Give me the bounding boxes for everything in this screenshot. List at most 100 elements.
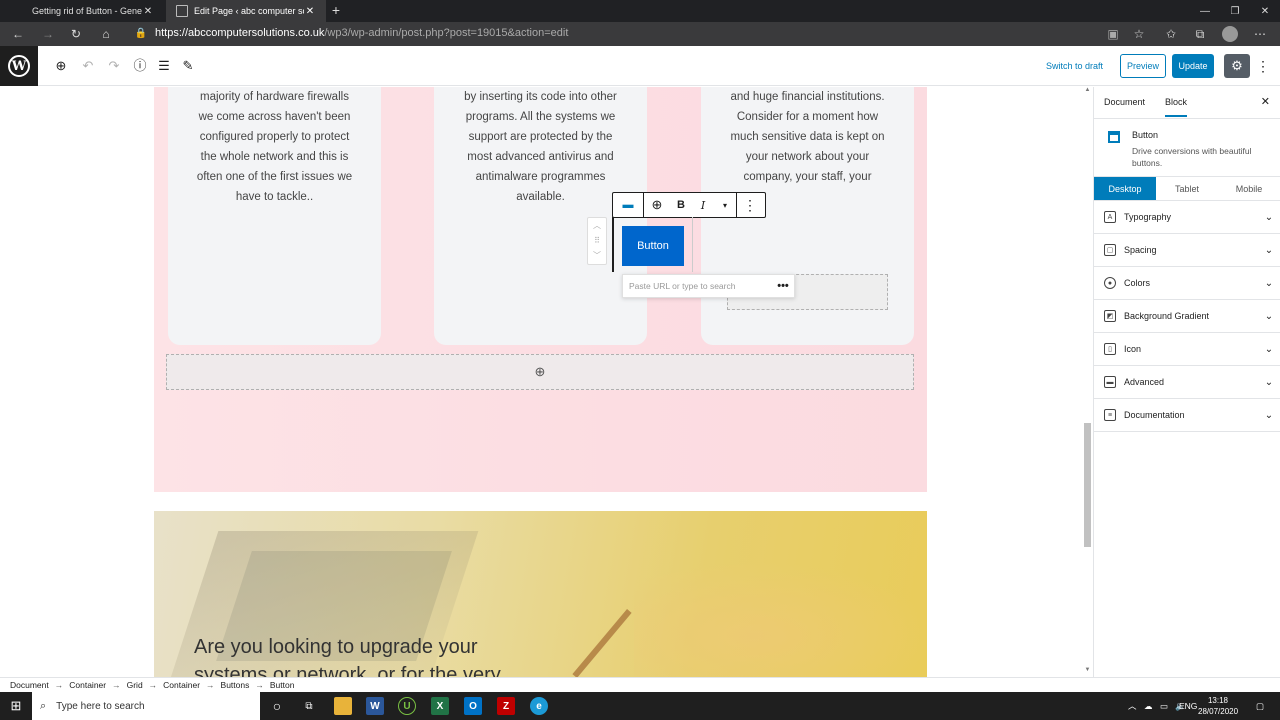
url-input[interactable]: Paste URL or type to search	[629, 281, 772, 291]
lock-icon[interactable]: 🔒	[133, 26, 149, 42]
browser-tab-active[interactable]: Edit Page ‹ abc computer solutio ✕	[166, 0, 326, 22]
tab-mobile[interactable]: Mobile	[1218, 177, 1280, 200]
edge-icon[interactable]: e	[530, 697, 548, 715]
add-block-icon[interactable]: ⊕	[51, 56, 71, 76]
link-settings-icon[interactable]: •••	[772, 280, 794, 292]
cortana-icon[interactable]: ○	[268, 697, 286, 715]
favorites-icon[interactable]: ✩	[1163, 26, 1179, 42]
restore-icon[interactable]: ❐	[1220, 0, 1250, 22]
card-text[interactable]: and huge financial institutions. Conside…	[701, 87, 914, 187]
add-block-icon[interactable]: ⊕	[535, 364, 546, 380]
forward-icon[interactable]: →	[40, 26, 56, 42]
panel-advanced[interactable]: ▬ Advanced ⌄	[1094, 366, 1280, 399]
selection-outline	[612, 217, 614, 272]
new-tab-icon[interactable]: +	[328, 2, 344, 18]
canvas-scrollbar[interactable]: ▲ ▼	[1083, 87, 1092, 677]
scroll-down-icon[interactable]: ▼	[1083, 667, 1092, 673]
breadcrumb-item[interactable]: Buttons	[221, 680, 250, 690]
text-line: programs. All the systems we	[465, 111, 616, 123]
taskbar-search[interactable]: ⌕ Type here to search	[32, 692, 260, 720]
undo-icon[interactable]: ↶	[78, 56, 98, 76]
panel-documentation[interactable]: ≡ Documentation ⌄	[1094, 399, 1280, 432]
language-indicator[interactable]: ENG	[1179, 692, 1197, 720]
breadcrumb-item[interactable]: Container	[163, 680, 200, 690]
hero-heading[interactable]: Are you looking to upgrade your systems …	[194, 633, 501, 677]
panel-colors[interactable]: ● Colors ⌄	[1094, 267, 1280, 300]
task-view-icon[interactable]: ⧉	[300, 697, 318, 715]
tab-desktop[interactable]: Desktop	[1094, 177, 1156, 200]
drag-handle-icon[interactable]: ⠿	[588, 233, 606, 248]
block-appender[interactable]: ⊕	[166, 354, 914, 390]
breadcrumb-item[interactable]: Container	[69, 680, 106, 690]
reader-icon[interactable]: ▣	[1105, 26, 1121, 42]
browser-menu-icon[interactable]: ⋯	[1252, 26, 1268, 42]
url-field[interactable]: https://abccomputersolutions.co.uk/wp3/w…	[155, 27, 568, 39]
panel-icon[interactable]: ▯ Icon ⌄	[1094, 333, 1280, 366]
chevron-down-icon: ⌄	[1264, 409, 1274, 421]
back-icon[interactable]: ←	[10, 26, 26, 42]
minimize-icon[interactable]: —	[1190, 0, 1220, 22]
favorite-star-icon[interactable]: ☆	[1131, 26, 1147, 42]
edit-mode-icon[interactable]: ✎	[178, 56, 198, 76]
outlook-icon[interactable]: O	[464, 697, 482, 715]
file-explorer-icon[interactable]	[334, 697, 352, 715]
button-block[interactable]: Button	[622, 226, 684, 266]
bold-icon[interactable]: B	[670, 193, 692, 217]
page-icon	[176, 5, 188, 17]
close-window-icon[interactable]: ✕	[1250, 0, 1280, 22]
switch-to-draft-link[interactable]: Switch to draft	[1046, 61, 1103, 71]
filezilla-icon[interactable]: Z	[497, 697, 515, 715]
breadcrumb-item[interactable]: Button	[270, 680, 295, 690]
close-icon[interactable]: ✕	[1261, 95, 1270, 108]
show-hidden-icons[interactable]: ︿	[1128, 692, 1137, 720]
tab-tablet[interactable]: Tablet	[1156, 177, 1218, 200]
link-add-icon[interactable]: ⊕	[644, 193, 670, 217]
upwork-icon[interactable]: U	[398, 697, 416, 715]
windows-start-icon[interactable]: ⊞	[0, 692, 32, 720]
clock-time: 13:18	[1207, 696, 1229, 705]
word-icon[interactable]: W	[366, 697, 384, 715]
scrollbar-thumb[interactable]	[1084, 423, 1091, 547]
notifications-icon[interactable]: ▢	[1256, 692, 1264, 720]
card-text[interactable]: majority of hardware firewalls we come a…	[168, 87, 381, 207]
redo-icon[interactable]: ↷	[104, 56, 124, 76]
update-button[interactable]: Update	[1172, 54, 1214, 78]
move-up-icon[interactable]: ︿	[588, 218, 606, 233]
windows-taskbar: ⊞ ⌕ Type here to search ○ ⧉ W U X O Z e …	[0, 692, 1280, 720]
onedrive-icon[interactable]: ☁	[1144, 692, 1153, 720]
panel-typography[interactable]: A Typography ⌄	[1094, 201, 1280, 234]
button-block-icon[interactable]: ▬	[613, 193, 643, 217]
italic-icon[interactable]: I	[692, 193, 714, 217]
wordpress-logo[interactable]: W	[0, 46, 38, 86]
tab-document[interactable]: Document	[1104, 97, 1145, 107]
panel-background-gradient[interactable]: ◩ Background Gradient ⌄	[1094, 300, 1280, 333]
battery-icon[interactable]: ▭	[1160, 692, 1168, 720]
tab-block[interactable]: Block	[1165, 97, 1188, 117]
scroll-up-icon[interactable]: ▲	[1083, 87, 1092, 93]
clock[interactable]: 13:18 28/07/2020	[1198, 695, 1238, 717]
profile-avatar[interactable]	[1222, 26, 1238, 42]
excel-icon[interactable]: X	[431, 697, 449, 715]
move-down-icon[interactable]: ﹀	[588, 248, 606, 263]
chevron-down-icon: ⌄	[1264, 277, 1274, 289]
home-icon[interactable]: ⌂	[98, 26, 114, 42]
block-name: Button	[1132, 130, 1159, 140]
breadcrumb-item[interactable]: Grid	[127, 680, 143, 690]
block-navigation-icon[interactable]: ☰	[154, 56, 174, 76]
browser-tab[interactable]: Getting rid of Button - Generate ✕	[22, 0, 164, 22]
more-formats-icon[interactable]: ▾	[714, 193, 736, 217]
settings-gear-icon[interactable]: ⚙	[1224, 54, 1250, 78]
more-options-icon[interactable]: ⋮	[1256, 54, 1270, 78]
breadcrumb-item[interactable]: Document	[10, 680, 49, 690]
preview-button[interactable]: Preview	[1120, 54, 1166, 78]
info-icon[interactable]: ⓘ	[130, 56, 150, 76]
arrow-icon: →	[255, 680, 264, 690]
block-mover[interactable]: ︿ ⠿ ﹀	[587, 217, 607, 265]
close-tab-icon[interactable]: ✕	[142, 6, 154, 17]
block-options-icon[interactable]: ⋮	[737, 193, 763, 217]
reload-icon[interactable]: ↻	[68, 26, 84, 42]
panel-spacing[interactable]: ▢ Spacing ⌄	[1094, 234, 1280, 267]
card-text[interactable]: by inserting its code into other program…	[434, 87, 647, 207]
close-tab-icon[interactable]: ✕	[304, 6, 316, 17]
collections-icon[interactable]: ⧉	[1192, 26, 1208, 42]
